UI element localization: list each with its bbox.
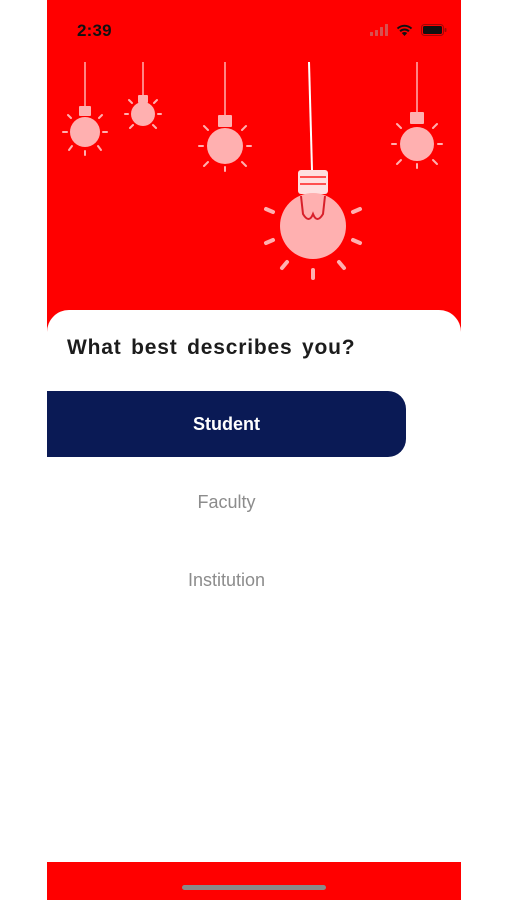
home-indicator[interactable] [182, 885, 326, 890]
light-bulb-icon [62, 62, 108, 156]
light-bulb-icon [391, 62, 443, 169]
phone-screen: 2:39 What best describes you? Student Fa… [47, 0, 461, 900]
option-label: Faculty [197, 491, 256, 512]
light-bulb-icon [198, 62, 252, 172]
hero-banner: 2:39 [47, 0, 461, 335]
light-bulb-icon [264, 61, 362, 280]
wifi-icon [396, 24, 413, 36]
option-label: Student [193, 413, 260, 434]
status-bar: 2:39 [47, 0, 461, 60]
option-student-button[interactable]: Student [47, 391, 406, 457]
battery-icon [421, 24, 447, 36]
bottom-bar [47, 862, 461, 900]
status-time: 2:39 [77, 21, 112, 40]
option-faculty-button[interactable]: Faculty [47, 469, 406, 535]
light-bulb-icon [124, 62, 162, 129]
option-label: Institution [187, 569, 266, 590]
cellular-icon [370, 24, 388, 36]
page-title: What best describes you? [67, 336, 356, 359]
role-selection-sheet: What best describes you? Student Faculty… [47, 310, 461, 862]
option-institution-button[interactable]: Institution [47, 547, 406, 613]
status-icons [370, 22, 447, 38]
